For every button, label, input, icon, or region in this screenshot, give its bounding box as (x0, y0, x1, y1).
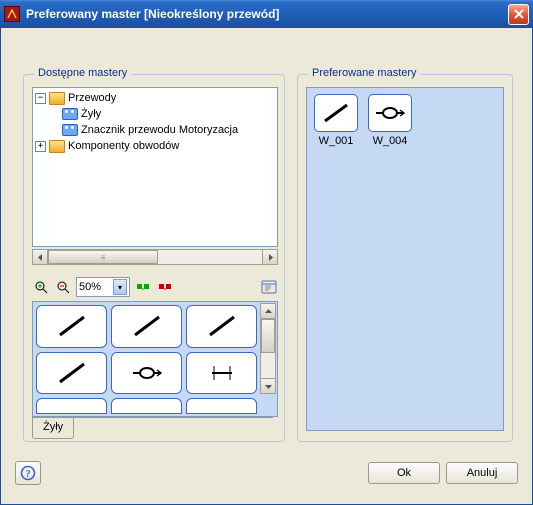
close-button[interactable] (508, 4, 529, 25)
scroll-track[interactable] (260, 319, 276, 378)
tree-item-sibling[interactable]: + Komponenty obwodów (35, 138, 275, 154)
ok-label: Ok (397, 467, 411, 479)
preferred-masters-group: Preferowane mastery W_001 W_004 (297, 74, 513, 442)
zoom-value: 50% (79, 281, 101, 293)
symbol-tile[interactable] (186, 398, 257, 414)
tree-horizontal-scrollbar[interactable]: ≡ (32, 249, 278, 265)
collapse-icon[interactable]: − (35, 93, 46, 104)
preferred-masters-legend: Preferowane mastery (308, 67, 421, 79)
folder-icon (49, 92, 65, 105)
preferred-label: W_004 (373, 135, 408, 147)
preview-toolbar: 50% ▾ (32, 275, 278, 299)
symbol-tile[interactable] (36, 352, 107, 395)
expand-icon[interactable]: + (35, 141, 46, 152)
tree-item-child[interactable]: Znacznik przewodu Motoryzacja (35, 122, 275, 138)
tree-label: Komponenty obwodów (68, 139, 179, 154)
chevron-down-icon[interactable]: ▾ (113, 279, 127, 295)
cancel-label: Anuluj (467, 467, 498, 479)
available-masters-group: Dostępne mastery − Przewody Żyły Znaczni… (23, 74, 285, 442)
zoom-select[interactable]: 50% ▾ (76, 277, 130, 297)
grid-tab[interactable]: Żyły (32, 417, 74, 439)
grid-tab-label: Żyły (43, 421, 63, 433)
preferred-area[interactable]: W_001 W_004 (306, 87, 504, 431)
titlebar: Preferowany master [Nieokreślony przewód… (0, 0, 533, 28)
preferred-label: W_001 (319, 135, 354, 147)
properties-button[interactable] (260, 278, 278, 296)
zoom-out-button[interactable] (54, 278, 72, 296)
symbol-tile[interactable] (36, 305, 107, 348)
symbol-grid (32, 301, 278, 417)
cancel-button[interactable]: Anuluj (446, 462, 518, 484)
help-button[interactable]: ? (15, 461, 41, 485)
zoom-in-button[interactable] (32, 278, 50, 296)
scroll-track[interactable]: ≡ (48, 249, 262, 265)
symbol-icon (62, 124, 78, 136)
ok-button[interactable]: Ok (368, 462, 440, 484)
tree-label: Żyły (81, 107, 101, 122)
folder-icon (49, 140, 65, 153)
remove-button[interactable] (156, 278, 174, 296)
preferred-item[interactable]: W_004 (367, 94, 413, 147)
scroll-left-button[interactable] (32, 249, 48, 265)
bottom-bar: ? Ok Anuluj (15, 460, 518, 486)
symbol-tile[interactable] (111, 305, 182, 348)
tree-label: Przewody (68, 91, 116, 106)
scroll-right-button[interactable] (262, 249, 278, 265)
scroll-up-button[interactable] (260, 303, 276, 319)
scroll-down-button[interactable] (260, 378, 276, 394)
preferred-tile[interactable] (314, 94, 358, 132)
tree-view[interactable]: − Przewody Żyły Znacznik przewodu Motory… (32, 87, 278, 247)
window-title: Preferowany master [Nieokreślony przewód… (26, 7, 508, 21)
scroll-thumb[interactable] (261, 319, 275, 353)
symbol-tile[interactable] (111, 352, 182, 395)
symbol-tile[interactable] (36, 398, 107, 414)
add-button[interactable] (134, 278, 152, 296)
preferred-item[interactable]: W_001 (313, 94, 359, 147)
tree-item-child[interactable]: Żyły (35, 106, 275, 122)
symbol-icon (62, 108, 78, 120)
dialog-client: Dostępne mastery − Przewody Żyły Znaczni… (0, 28, 533, 505)
svg-text:?: ? (26, 469, 31, 480)
app-icon (4, 6, 20, 22)
symbol-tile[interactable] (111, 398, 182, 414)
preferred-tile[interactable] (368, 94, 412, 132)
scroll-thumb[interactable]: ≡ (48, 250, 158, 264)
symbol-tile[interactable] (186, 305, 257, 348)
tree-item-root[interactable]: − Przewody (35, 90, 275, 106)
available-masters-legend: Dostępne mastery (34, 67, 131, 79)
symbol-tile[interactable] (186, 352, 257, 395)
tree-label: Znacznik przewodu Motoryzacja (81, 123, 238, 138)
grid-vertical-scrollbar[interactable] (260, 303, 276, 394)
